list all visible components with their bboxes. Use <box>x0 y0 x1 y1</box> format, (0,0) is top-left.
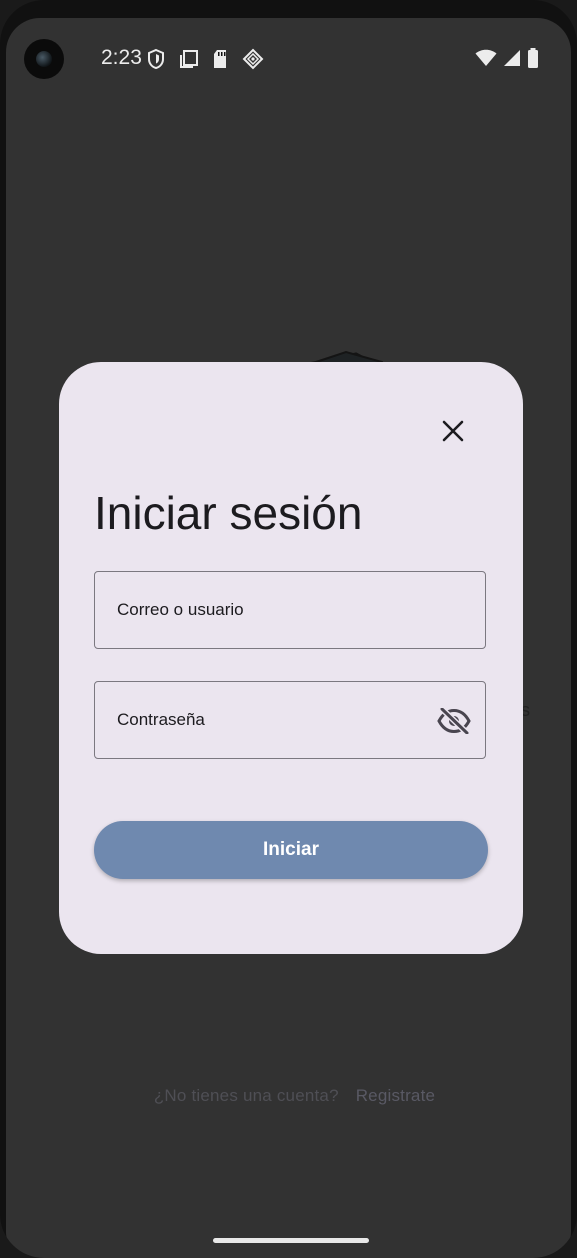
battery-icon <box>527 48 539 73</box>
eye-off-icon[interactable] <box>437 708 471 734</box>
close-icon[interactable] <box>441 419 465 443</box>
password-input[interactable] <box>95 682 485 758</box>
close-button[interactable] <box>429 414 477 448</box>
password-visibility-toggle[interactable] <box>437 704 471 738</box>
email-input[interactable] <box>95 572 485 648</box>
home-indicator[interactable] <box>213 1238 369 1243</box>
status-time: 2:23 <box>101 46 142 69</box>
wifi-icon <box>475 49 497 72</box>
dialog-title: Iniciar sesión <box>94 487 363 539</box>
password-field[interactable] <box>94 681 486 759</box>
front-camera <box>24 39 64 79</box>
status-icons-left <box>146 48 264 70</box>
login-dialog: Iniciar sesión Iniciar <box>59 362 523 954</box>
signal-icon <box>503 49 521 72</box>
cast-diamond-icon <box>242 48 264 70</box>
login-button[interactable]: Iniciar <box>94 821 488 879</box>
shield-icon <box>146 48 168 70</box>
sd-card-icon <box>210 48 232 70</box>
register-link[interactable]: Registrate <box>356 1086 435 1105</box>
screenshot-icon <box>178 48 200 70</box>
email-field[interactable] <box>94 571 486 649</box>
no-account-text: ¿No tienes una cuenta? <box>153 1086 339 1105</box>
register-prompt: ¿No tienes una cuenta? Registrate <box>6 1086 571 1106</box>
phone-frame: E s ¿No tienes una cuenta? Registrate 2:… <box>0 0 577 1258</box>
status-icons-right <box>475 48 539 73</box>
